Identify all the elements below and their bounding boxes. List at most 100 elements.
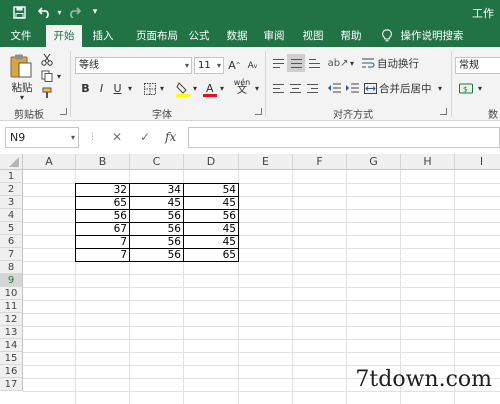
accounting-format-icon[interactable]: $: [457, 79, 475, 97]
tab-data[interactable]: 数据: [222, 25, 252, 47]
cell-b7[interactable]: 7: [76, 249, 128, 262]
cell-c4[interactable]: 56: [130, 210, 182, 223]
chevron-down-icon[interactable]: ▾: [217, 58, 221, 73]
borders-dropdown-icon[interactable]: ▾: [158, 80, 166, 97]
row-header[interactable]: 5: [0, 222, 23, 235]
copy-dropdown-icon[interactable]: ▾: [55, 70, 63, 82]
font-color-dropdown-icon[interactable]: ▾: [218, 80, 226, 97]
row-header[interactable]: 15: [0, 352, 23, 365]
row-header[interactable]: 8: [0, 261, 23, 274]
worksheet-grid[interactable]: A B C D E F G H I 1 2 3 4 5 6 7 8 9 10 1…: [0, 154, 500, 404]
cell-d2[interactable]: 54: [184, 184, 237, 197]
row-header[interactable]: 6: [0, 235, 23, 248]
row-header[interactable]: 12: [0, 313, 23, 326]
paste-dropdown-icon[interactable]: ▾: [16, 93, 28, 102]
font-dialog-launcher[interactable]: [255, 108, 262, 115]
wrap-text-button[interactable]: 自动换行: [377, 55, 425, 71]
cell-b4[interactable]: 56: [76, 210, 128, 223]
chevron-down-icon[interactable]: ▾: [71, 128, 75, 147]
enter-icon[interactable]: ✓: [140, 127, 150, 148]
column-header[interactable]: F: [293, 154, 347, 170]
tab-insert[interactable]: 插入: [86, 25, 120, 47]
cell-d7[interactable]: 65: [184, 249, 237, 262]
underline-dropdown-icon[interactable]: ▾: [126, 80, 134, 97]
merge-center-button[interactable]: 合并后居中: [379, 80, 437, 96]
column-header[interactable]: E: [239, 154, 293, 170]
cell-d3[interactable]: 45: [184, 197, 237, 210]
row-header[interactable]: 2: [0, 183, 23, 196]
phonetic-guide-button[interactable]: wén 文: [231, 77, 253, 97]
tab-formulas[interactable]: 公式: [184, 25, 214, 47]
cell-d6[interactable]: 45: [184, 236, 237, 249]
row-header[interactable]: 14: [0, 339, 23, 352]
column-header[interactable]: B: [76, 154, 130, 170]
undo-icon[interactable]: [34, 3, 56, 21]
cell-c5[interactable]: 56: [130, 223, 182, 236]
font-size-combo[interactable]: 11 ▾: [194, 57, 224, 74]
paste-icon[interactable]: [8, 53, 34, 79]
bold-button[interactable]: B: [79, 80, 92, 97]
cell-d5[interactable]: 45: [184, 223, 237, 236]
row-header[interactable]: 16: [0, 365, 23, 378]
column-header[interactable]: H: [401, 154, 455, 170]
lightbulb-icon[interactable]: [380, 25, 394, 47]
alignment-dialog-launcher[interactable]: [440, 108, 447, 115]
cancel-icon[interactable]: ✕: [112, 127, 122, 148]
cell-c6[interactable]: 56: [130, 236, 182, 249]
row-header[interactable]: 1: [0, 170, 23, 183]
tab-page-layout[interactable]: 页面布局: [126, 25, 188, 47]
align-top-icon[interactable]: [270, 56, 286, 70]
tab-file[interactable]: 文件: [6, 25, 36, 47]
align-left-icon[interactable]: [270, 80, 286, 96]
formula-input[interactable]: [188, 127, 500, 148]
column-header[interactable]: D: [184, 154, 239, 170]
merge-center-icon[interactable]: [362, 80, 378, 96]
tab-view[interactable]: 视图: [298, 25, 328, 47]
name-box[interactable]: N9 ▾: [5, 127, 79, 148]
orientation-dropdown-icon[interactable]: ▾: [348, 56, 356, 70]
tab-home[interactable]: 开始: [46, 25, 82, 48]
cell-d4[interactable]: 56: [184, 210, 237, 223]
borders-icon[interactable]: [142, 80, 158, 97]
align-middle-icon[interactable]: [287, 54, 305, 72]
number-format-combo[interactable]: 常规: [455, 57, 500, 74]
column-header[interactable]: C: [130, 154, 184, 170]
save-icon[interactable]: [8, 3, 30, 21]
underline-button[interactable]: U: [111, 80, 124, 97]
row-header[interactable]: 7: [0, 248, 23, 261]
row-header[interactable]: 13: [0, 326, 23, 339]
column-header[interactable]: I: [455, 154, 500, 170]
cell-c2[interactable]: 34: [130, 184, 182, 197]
decrease-font-size-icon[interactable]: Av: [246, 57, 259, 75]
undo-dropdown-icon[interactable]: ▾: [55, 3, 64, 21]
row-header[interactable]: 10: [0, 287, 23, 300]
row-header[interactable]: 3: [0, 196, 23, 209]
align-bottom-icon[interactable]: [306, 56, 322, 70]
wrap-text-icon[interactable]: [360, 55, 376, 71]
row-header[interactable]: 4: [0, 209, 23, 222]
phonetic-dropdown-icon[interactable]: ▾: [253, 80, 261, 97]
align-center-icon[interactable]: [287, 80, 303, 96]
format-painter-icon[interactable]: [40, 86, 54, 100]
copy-icon[interactable]: [40, 69, 54, 83]
row-header[interactable]: 17: [0, 378, 23, 391]
clipboard-dialog-launcher[interactable]: [60, 108, 67, 115]
cell-c7[interactable]: 56: [130, 249, 182, 262]
insert-function-icon[interactable]: fx: [165, 127, 176, 148]
cut-icon[interactable]: [40, 52, 54, 66]
font-color-icon[interactable]: A: [202, 79, 218, 98]
cell-b3[interactable]: 65: [76, 197, 128, 210]
cell-b5[interactable]: 67: [76, 223, 128, 236]
decrease-indent-icon[interactable]: [326, 80, 342, 96]
accounting-dropdown-icon[interactable]: ▾: [476, 80, 484, 96]
orientation-icon[interactable]: ab↗: [328, 55, 349, 71]
merge-dropdown-icon[interactable]: ▾: [436, 80, 444, 96]
row-header-selected[interactable]: 9: [0, 274, 23, 287]
customize-qat-icon[interactable]: ▾: [88, 3, 102, 21]
font-name-combo[interactable]: 等线 ▾: [75, 57, 192, 74]
align-right-icon[interactable]: [304, 80, 320, 96]
increase-indent-icon[interactable]: [344, 80, 360, 96]
tab-review[interactable]: 审阅: [259, 25, 289, 47]
cell-c3[interactable]: 45: [130, 197, 182, 210]
cell-b6[interactable]: 7: [76, 236, 128, 249]
